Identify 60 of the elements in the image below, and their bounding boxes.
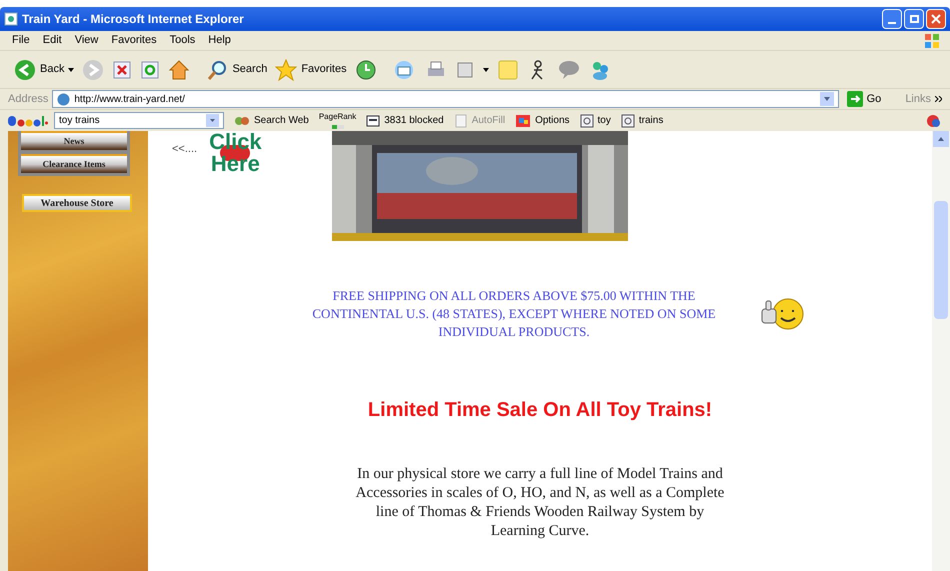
options-button[interactable]: Options	[515, 113, 570, 128]
google-search-field[interactable]: toy trains	[54, 112, 224, 129]
close-icon	[931, 14, 941, 24]
search-term-button[interactable]: toy	[580, 113, 611, 128]
menu-item[interactable]: Tools	[170, 32, 196, 49]
caret-icon	[68, 68, 74, 72]
history-icon[interactable]	[354, 58, 377, 80]
stop-icon[interactable]	[112, 60, 132, 80]
magnifier-icon	[580, 114, 594, 128]
scrollbar-thumb[interactable]	[934, 201, 948, 319]
address-field[interactable]: http://www.train-yard.net/	[52, 90, 839, 108]
shipping-notice: FREE SHIPPING ON ALL ORDERS ABOVE $75.00 WITHIN THE CONTINENTAL U.S. (48 STATES), EXCEPT WHERE NOTED ON SOME INDIVIDUAL PRODUCTS.	[311, 287, 717, 341]
menu-item[interactable]: Help	[208, 32, 231, 49]
home-icon[interactable]	[168, 58, 190, 80]
warehouse-store-button[interactable]: Warehouse Store	[22, 194, 132, 212]
pagerank-indicator[interactable]: PageRank	[318, 112, 356, 129]
google-logo-icon[interactable]	[8, 114, 48, 128]
minimize-button[interactable]	[882, 9, 902, 29]
translate-icon[interactable]	[926, 114, 942, 128]
sidebar-button[interactable]: News	[21, 131, 127, 150]
store-description: In our physical store we carry a full line of Model Trains and Accessories in scales of O, HO, and N, as well as a Complete line of Thomas & Friends Wooden Railway System by Learning Curve.	[354, 465, 726, 541]
caret-icon[interactable]	[482, 68, 489, 72]
sale-heading: Limited Time Sale On All Toy Trains!	[368, 398, 712, 423]
thumbs-up-smiley-icon	[760, 297, 806, 331]
search-icon	[206, 58, 228, 80]
palette-icon	[515, 114, 532, 128]
page-icon	[57, 92, 70, 106]
search-web-button[interactable]: Search Web	[234, 113, 309, 128]
magnifier-icon	[620, 114, 635, 128]
sidebar-button[interactable]: Clearance Items	[21, 154, 127, 173]
search-button[interactable]: Search	[206, 58, 268, 80]
menu-item[interactable]: File	[12, 32, 30, 49]
arrow-text: <<....	[172, 142, 198, 157]
back-button[interactable]: Back	[14, 58, 74, 80]
rank-meter-icon	[332, 125, 344, 129]
go-button[interactable]: Go	[842, 90, 886, 108]
search-term-button[interactable]: trains	[620, 113, 664, 128]
favorites-button[interactable]: Favorites	[275, 58, 347, 80]
scroll-up-icon[interactable]	[933, 131, 949, 147]
menu-item[interactable]: View	[74, 32, 98, 49]
chat-bubble-icon[interactable]	[556, 58, 581, 80]
menu-item[interactable]: Edit	[42, 32, 62, 49]
star-icon	[275, 58, 298, 80]
windows-logo-icon	[924, 32, 940, 48]
dropdown-icon[interactable]	[206, 114, 219, 127]
edit-icon[interactable]	[454, 60, 475, 80]
click-here-button[interactable]: Click Here	[209, 131, 262, 175]
popup-blocker-button[interactable]: 3831 blocked	[366, 113, 444, 128]
form-icon	[454, 114, 468, 128]
close-button[interactable]	[926, 9, 946, 29]
restore-button[interactable]	[904, 9, 924, 29]
dropdown-icon[interactable]	[820, 92, 834, 106]
chevron-icon[interactable]	[935, 96, 942, 102]
menu-item[interactable]: Favorites	[111, 32, 157, 49]
page-icon	[4, 12, 18, 26]
address-label: Address	[8, 92, 48, 107]
window-icon	[366, 114, 380, 128]
refresh-icon[interactable]	[140, 60, 160, 80]
scrollbar[interactable]	[932, 131, 950, 571]
window-title: Train Yard - Microsoft Internet Explorer	[22, 11, 244, 28]
